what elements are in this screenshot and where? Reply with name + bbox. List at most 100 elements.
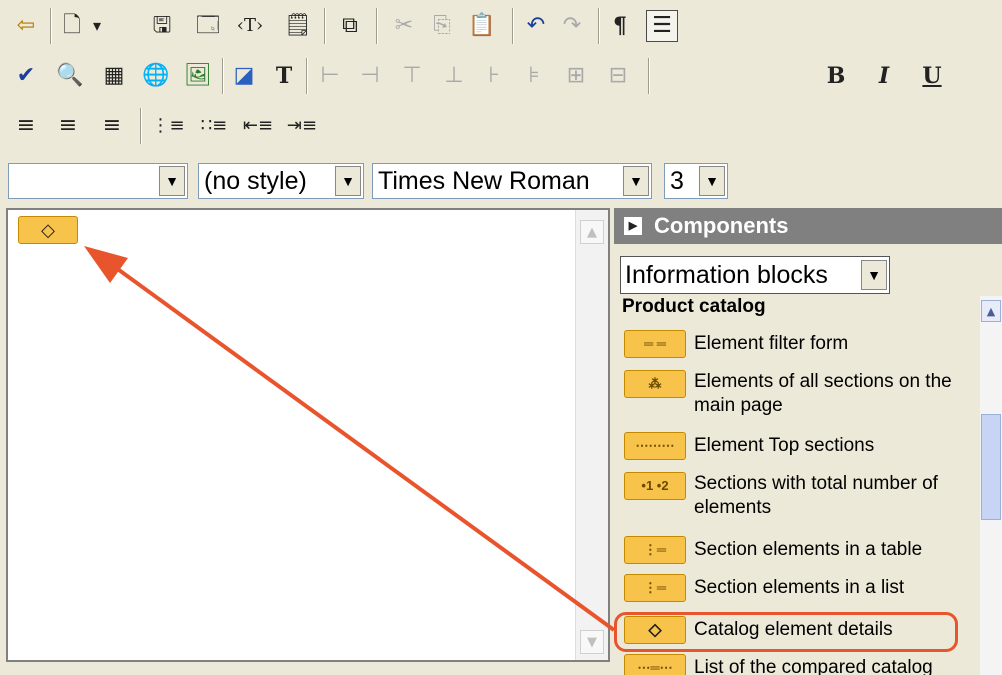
- table-cell-5-icon[interactable]: ⊦: [478, 60, 510, 92]
- toolbar-separator: [376, 8, 378, 44]
- cut-icon[interactable]: ✂: [388, 10, 420, 42]
- table-cell-2-icon[interactable]: ⊣: [354, 60, 386, 92]
- chevron-down-icon[interactable]: ▼: [699, 166, 725, 196]
- table-cell-4-icon[interactable]: ⊥: [438, 60, 470, 92]
- undo-icon[interactable]: ↶: [520, 10, 552, 42]
- style-select-value: (no style): [204, 167, 307, 195]
- size-select[interactable]: 3 ▼: [664, 163, 728, 199]
- component-item[interactable]: ⋮═ Section elements in a list: [622, 574, 972, 604]
- insert-link-icon[interactable]: 🌐: [140, 60, 172, 92]
- expand-arrow-icon[interactable]: ▶: [624, 217, 642, 235]
- format-select[interactable]: ▼: [8, 163, 188, 199]
- toolbar-separator: [598, 8, 600, 44]
- component-placeholder[interactable]: ◇: [18, 216, 78, 244]
- component-category-select[interactable]: Information blocks ▼: [620, 256, 890, 294]
- table-cell-3-icon[interactable]: ⊤: [396, 60, 428, 92]
- background-color-icon[interactable]: ◪: [228, 60, 260, 92]
- show-borders-icon[interactable]: ☰: [646, 10, 678, 42]
- align-left-icon[interactable]: ≡: [10, 110, 42, 142]
- ordered-list-icon[interactable]: ⋮≡: [150, 110, 186, 142]
- size-select-value: 3: [670, 167, 684, 195]
- component-category-value: Information blocks: [625, 261, 828, 289]
- chevron-down-icon[interactable]: ▼: [623, 166, 649, 196]
- table-merge-icon[interactable]: ⊞: [560, 60, 592, 92]
- scroll-up-icon[interactable]: ▲: [981, 300, 1001, 322]
- align-right-icon[interactable]: ≡: [96, 110, 128, 142]
- chevron-down-icon[interactable]: ▼: [335, 166, 361, 196]
- paragraph-toolbar: ≡ ≡ ≡ ⋮≡ ∷≡ ⇤≡ ⇥≡: [0, 100, 1002, 156]
- compare-list-icon: ⋯═⋯: [624, 654, 686, 675]
- paste-icon[interactable]: 📋: [466, 10, 498, 42]
- toolbar-separator: [222, 58, 224, 94]
- component-item-label: Elements of all sections on the main pag…: [694, 371, 952, 416]
- font-select-value: Times New Roman: [378, 167, 590, 195]
- table-cell-1-icon[interactable]: ⊢: [314, 60, 346, 92]
- insert-table-icon[interactable]: ▦: [98, 60, 130, 92]
- find-replace-icon[interactable]: 🔍: [54, 60, 86, 92]
- outdent-icon[interactable]: ⇤≡: [240, 110, 276, 142]
- component-item[interactable]: ═ ═ Element filter form: [622, 330, 972, 360]
- page-properties-icon[interactable]: 🗒: [282, 10, 314, 42]
- component-item-label: Section elements in a table: [694, 539, 923, 560]
- toolbar-separator: [324, 8, 326, 44]
- show-paragraph-marks-icon[interactable]: ¶: [604, 10, 636, 42]
- editor-area[interactable]: ◇ ▲ ▼: [6, 208, 610, 662]
- redo-icon[interactable]: ↷: [556, 10, 588, 42]
- indent-icon[interactable]: ⇥≡: [284, 110, 320, 142]
- table-split-icon[interactable]: ⊟: [602, 60, 634, 92]
- component-item-label: Element Top sections: [694, 435, 875, 456]
- save-as-template-icon[interactable]: 🗔: [192, 10, 224, 42]
- filter-form-icon: ═ ═: [624, 330, 686, 358]
- spellcheck-icon[interactable]: ✔: [10, 60, 42, 92]
- copy-icon[interactable]: ⎘: [426, 10, 458, 42]
- components-panel-header[interactable]: ▶ Components: [614, 208, 1002, 244]
- component-item-label: Section elements in a list: [694, 577, 905, 598]
- text-color-icon[interactable]: T: [268, 60, 300, 92]
- top-sections-icon: ⋯⋯⋯: [624, 432, 686, 460]
- italic-button[interactable]: I: [868, 60, 900, 92]
- align-center-icon[interactable]: ≡: [52, 110, 84, 142]
- toolbar-separator: [306, 58, 308, 94]
- component-item[interactable]: ⋮═ Section elements in a table: [622, 536, 972, 566]
- scroll-down-icon[interactable]: ▼: [580, 630, 604, 654]
- component-item[interactable]: ⁂ Elements of all sections on the main p…: [622, 370, 972, 424]
- new-document-icon[interactable]: 🗋: [56, 10, 88, 42]
- component-item-label: Element filter form: [694, 333, 849, 354]
- component-item[interactable]: ⋯⋯⋯ Element Top sections: [622, 432, 972, 462]
- scrollbar-thumb[interactable]: [981, 414, 1001, 520]
- component-item-label: List of the compared catalog: [694, 657, 933, 675]
- components-panel: ▶ Components Information blocks ▼ Produc…: [614, 208, 1002, 675]
- dropdown-arrow-icon[interactable]: ▾: [86, 10, 108, 42]
- exit-icon[interactable]: ⇦: [10, 10, 42, 42]
- insert-tag-icon[interactable]: ‹T›: [230, 10, 270, 42]
- source-view-icon[interactable]: ⧉: [334, 10, 366, 42]
- scroll-up-icon[interactable]: ▲: [580, 220, 604, 244]
- all-sections-icon: ⁂: [624, 370, 686, 398]
- unordered-list-icon[interactable]: ∷≡: [196, 110, 232, 142]
- main-toolbar: ⇦ 🗋 ▾ 🖫 🗔 ‹T› 🗒 ⧉ ✂ ⎘ 📋 ↶ ↷ ¶ ☰: [0, 0, 1002, 50]
- chevron-down-icon[interactable]: ▼: [159, 166, 185, 196]
- style-select[interactable]: (no style) ▼: [198, 163, 364, 199]
- highlight-box: [614, 612, 958, 652]
- components-panel-title: Components: [654, 213, 789, 238]
- chevron-down-icon[interactable]: ▼: [861, 260, 887, 290]
- table-cell-6-icon[interactable]: ⊧: [518, 60, 550, 92]
- format-toolbar: ✔ 🔍 ▦ 🌐 🖼 ◪ T ⊢ ⊣ ⊤ ⊥ ⊦ ⊧ ⊞ ⊟ B I U: [0, 50, 1002, 100]
- toolbar-separator: [50, 8, 52, 44]
- save-icon[interactable]: 🖫: [146, 10, 178, 42]
- bold-button[interactable]: B: [820, 60, 852, 92]
- font-select[interactable]: Times New Roman ▼: [372, 163, 652, 199]
- component-item[interactable]: •1 •2 Sections with total number of elem…: [622, 472, 972, 526]
- sections-count-icon: •1 •2: [624, 472, 686, 500]
- insert-image-icon[interactable]: 🖼: [182, 60, 214, 92]
- toolbar-separator: [140, 108, 142, 144]
- editor-scrollbar[interactable]: ▲ ▼: [575, 210, 608, 660]
- component-group-title: Product catalog: [622, 296, 766, 317]
- component-item-label: Sections with total number of elements: [694, 473, 938, 518]
- toolbar-separator: [648, 58, 650, 94]
- table-list-icon: ⋮═: [624, 536, 686, 564]
- component-item[interactable]: ⋯═⋯ List of the compared catalog: [622, 654, 972, 675]
- list-icon: ⋮═: [624, 574, 686, 602]
- components-scrollbar[interactable]: ▲: [980, 296, 1002, 675]
- underline-button[interactable]: U: [916, 60, 948, 92]
